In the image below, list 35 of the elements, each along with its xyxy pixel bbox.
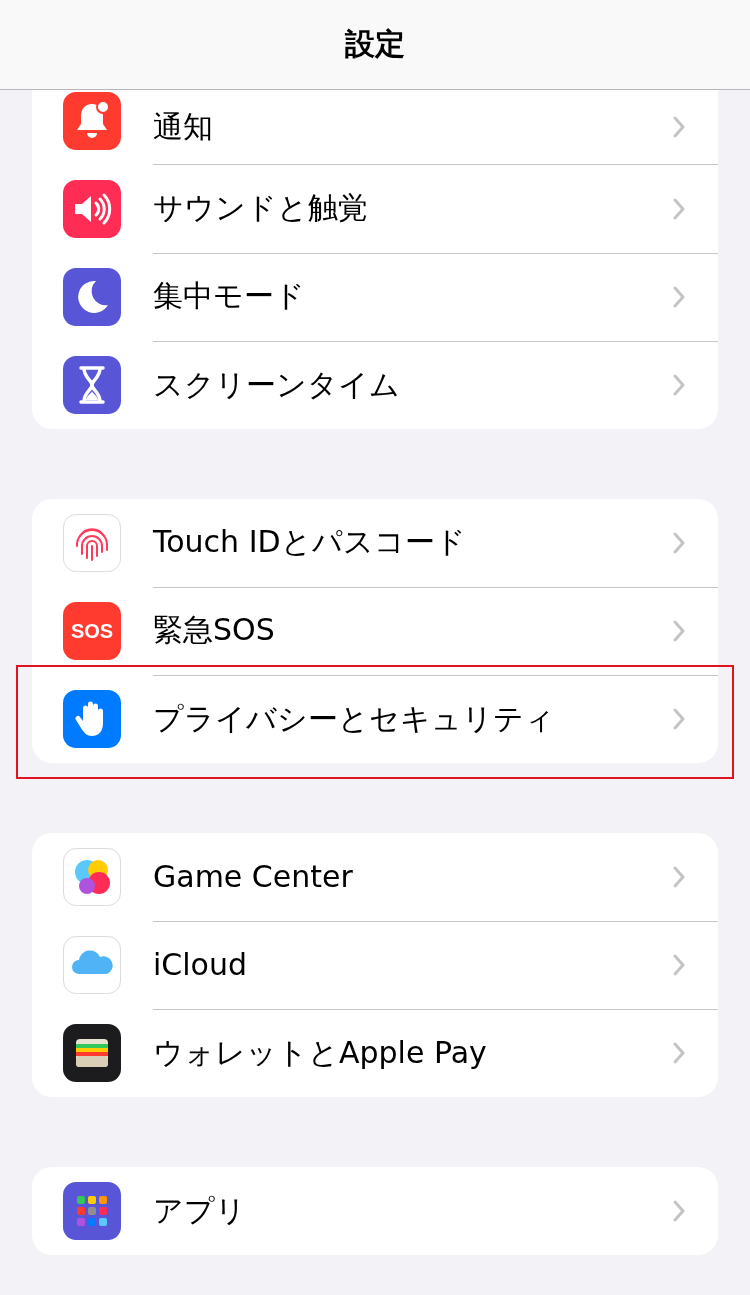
- chevron-icon: [672, 284, 686, 309]
- chevron-icon: [672, 1041, 686, 1065]
- chevron-icon: [672, 707, 686, 731]
- settings-row[interactable]: Game Center: [32, 833, 718, 921]
- chevron-icon: [672, 196, 686, 221]
- settings-row[interactable]: 集中モード: [32, 253, 718, 341]
- row-label: 通知: [153, 107, 213, 146]
- row-label: アプリ: [153, 1191, 246, 1230]
- row-label: Game Center: [153, 859, 353, 894]
- settings-row[interactable]: アプリ: [32, 1167, 718, 1255]
- settings-row[interactable]: ウォレットとApple Pay: [32, 1009, 718, 1097]
- chevron-icon: [672, 115, 686, 139]
- settings-row[interactable]: プライバシーとセキュリティ: [32, 675, 718, 763]
- row-label: プライバシーとセキュリティ: [153, 699, 555, 738]
- chevron-icon: [672, 952, 686, 977]
- row-label: iCloud: [153, 947, 248, 982]
- row-label: サウンドと触覚: [153, 189, 368, 227]
- sos-icon: SOS: [63, 602, 121, 660]
- row-label: 集中モード: [153, 277, 305, 315]
- settings-row[interactable]: SOS 緊急SOS: [32, 587, 718, 675]
- settings-row[interactable]: Touch IDとパスコード: [32, 499, 718, 587]
- chevron-icon: [672, 864, 686, 889]
- chevron-icon: [672, 373, 686, 397]
- row-label: 緊急SOS: [153, 611, 275, 649]
- settings-row[interactable]: iCloud: [32, 921, 718, 1009]
- row-label: ウォレットとApple Pay: [153, 1033, 487, 1072]
- page-title: 設定: [345, 25, 405, 63]
- settings-row[interactable]: スクリーンタイム: [32, 341, 718, 429]
- row-label: スクリーンタイム: [153, 365, 400, 404]
- settings-row[interactable]: サウンドと触覚: [32, 165, 718, 253]
- settings-row[interactable]: 通知: [32, 90, 718, 165]
- chevron-icon: [672, 530, 686, 555]
- chevron-icon: [672, 1199, 686, 1223]
- chevron-icon: [672, 618, 686, 643]
- row-label: Touch IDとパスコード: [153, 523, 466, 561]
